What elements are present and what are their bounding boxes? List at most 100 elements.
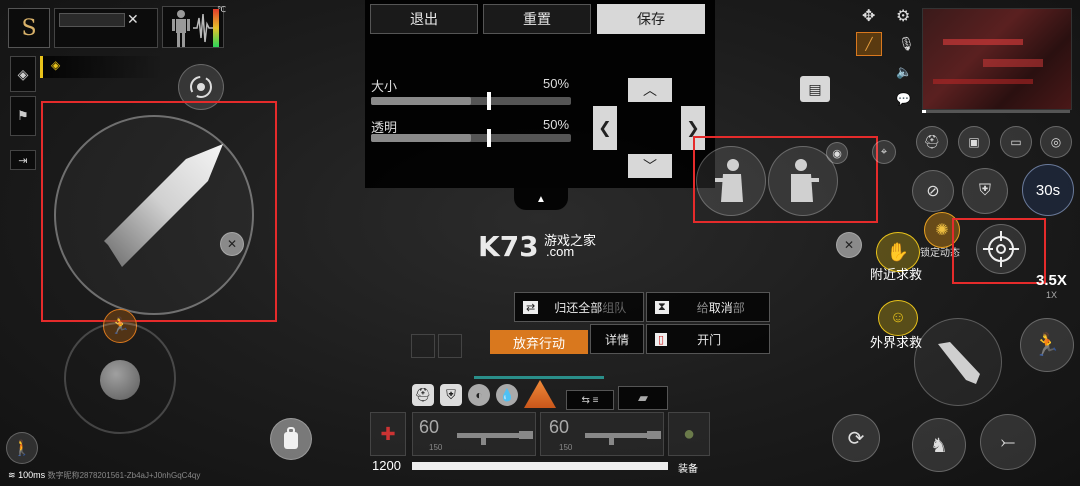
- weapon-skin-button[interactable]: ╱: [856, 32, 882, 56]
- walking-man-icon: 🚶: [12, 440, 32, 457]
- crouch-button[interactable]: ♞: [912, 418, 966, 472]
- zoom-sub-label: 1X: [1046, 290, 1058, 300]
- medkit-slot[interactable]: ✚: [370, 412, 406, 456]
- grenade-slot[interactable]: ●: [668, 412, 710, 456]
- stance-indicator-icon: [524, 380, 556, 408]
- save-button[interactable]: 保存: [597, 4, 705, 34]
- mark-button[interactable]: ⚑: [10, 96, 36, 136]
- rotate-icon: [190, 76, 212, 98]
- remove-button[interactable]: ✕: [836, 232, 862, 258]
- size-slider-fill: [371, 97, 471, 105]
- backpack-button[interactable]: [270, 418, 312, 460]
- helmet-icon: ⛑: [412, 384, 434, 406]
- scope-switch-button[interactable]: ◎: [1040, 126, 1072, 158]
- helmet-icon: ⛑: [923, 134, 941, 149]
- exit-match-button[interactable]: ⇥: [10, 150, 36, 170]
- minimap[interactable]: [922, 8, 1072, 110]
- microphone-icon[interactable]: 🎙: [898, 36, 915, 52]
- walk-toggle-button[interactable]: 🚶: [6, 432, 38, 464]
- exit-button[interactable]: 退出: [370, 4, 478, 34]
- exit-icon: ⇥: [18, 154, 28, 167]
- team-label: 组队: [602, 300, 627, 315]
- crouch-icon: ⊘: [926, 183, 940, 200]
- abandon-action-button[interactable]: 放弃行动: [490, 330, 588, 354]
- fire-button-right[interactable]: [914, 318, 1002, 406]
- chevron-up-icon: ︿: [643, 82, 657, 98]
- jump-button[interactable]: 🏃: [1020, 318, 1074, 372]
- flashlight-button[interactable]: ▭: [1000, 126, 1032, 158]
- open-door-button[interactable]: ▯ 开门: [646, 324, 770, 354]
- outside-rescue-button[interactable]: ☺: [878, 300, 918, 336]
- crouch-disabled-button[interactable]: ⊘: [912, 170, 954, 212]
- ping-label: 100ms: [18, 470, 46, 480]
- tactical-gear-button[interactable]: ⛨: [962, 168, 1008, 214]
- size-label: 大小: [371, 79, 398, 94]
- knife-icon: ╱: [865, 37, 873, 51]
- size-slider-handle[interactable]: [487, 92, 491, 110]
- prone-button[interactable]: ⤚: [980, 414, 1036, 470]
- joystick-knob[interactable]: [100, 360, 140, 400]
- chevron-left-icon: ❮: [598, 120, 612, 137]
- status-effects-bar: ⛑ ⛨ ◐ 💧: [412, 382, 522, 410]
- reload-button[interactable]: ⟳: [832, 414, 880, 462]
- chevron-down-icon: ﹀: [643, 158, 657, 174]
- team-slot[interactable]: ✕: [54, 8, 158, 48]
- size-value: 50%: [543, 76, 570, 91]
- panel-collapse-tab[interactable]: ▲: [514, 188, 568, 210]
- timer-label: 30s: [1035, 181, 1061, 199]
- water-icon: 💧: [496, 384, 518, 406]
- reset-button[interactable]: 重置: [483, 4, 591, 34]
- dept-label: 部: [732, 300, 745, 315]
- move-down-button[interactable]: ﹀: [628, 154, 672, 178]
- fire-mode-button[interactable]: ⇆ ≡: [566, 390, 614, 410]
- primary-weapon-slot[interactable]: 60 150: [412, 412, 536, 456]
- close-icon: ✕: [843, 238, 855, 252]
- fire-mode-icon: ⇆ ≡: [581, 394, 599, 406]
- player-badge[interactable]: S: [8, 8, 50, 48]
- pistol-slot[interactable]: ▰: [618, 386, 668, 410]
- nearby-rescue-label: 附近求救: [870, 267, 923, 282]
- location-pin-button[interactable]: ⌖: [872, 140, 896, 164]
- compass-button[interactable]: ◈: [10, 56, 36, 92]
- opacity-slider[interactable]: [371, 129, 571, 147]
- hourglass-icon: ⧗: [655, 300, 669, 314]
- timer-button[interactable]: 30s: [1022, 164, 1074, 216]
- helmet-skill-button[interactable]: ⛑: [916, 126, 948, 158]
- rescue-person-icon: ☺: [889, 309, 907, 326]
- movement-joystick[interactable]: [64, 322, 176, 434]
- size-slider[interactable]: [371, 92, 571, 110]
- rifle-icon: [457, 431, 533, 445]
- cancel-label: 取消: [708, 300, 733, 315]
- chat-icon[interactable]: 💬: [896, 92, 911, 106]
- details-button[interactable]: 详情: [590, 324, 644, 354]
- return-all-label: 归还全部: [554, 300, 603, 315]
- objective-bar: ◈: [40, 56, 163, 78]
- opacity-slider-handle[interactable]: [487, 129, 491, 147]
- zoom-level-label[interactable]: 3.5X: [1036, 272, 1067, 289]
- secondary-weapon-slot[interactable]: 60 150: [540, 412, 664, 456]
- quick-slot-b[interactable]: [438, 334, 462, 358]
- speaker-icon[interactable]: 🔈: [896, 64, 912, 80]
- map-toggle-button[interactable]: ▤: [800, 76, 830, 102]
- close-icon[interactable]: ✕: [127, 11, 139, 28]
- grenade-icon: ●: [682, 422, 696, 445]
- prone-soldier-icon: ⤚: [1000, 431, 1016, 452]
- chevron-right-icon: ❯: [686, 120, 700, 137]
- rescue-hand-icon: ✋: [886, 241, 910, 262]
- flag-icon: ⚑: [17, 108, 29, 123]
- door-icon: ▯: [655, 332, 668, 346]
- give-button[interactable]: ⧗ 给 取消 部: [646, 292, 770, 322]
- minimap-progress: [922, 110, 1070, 113]
- quick-slot-a[interactable]: [411, 334, 435, 358]
- triangle-up-icon: ▲: [536, 193, 546, 205]
- door-breach-button[interactable]: ▣: [958, 126, 990, 158]
- return-all-button[interactable]: ⇄ 归还全部 组队: [514, 292, 644, 322]
- site-watermark: K73 游戏之家 .com: [478, 230, 596, 263]
- emote-icon[interactable]: ✥: [862, 6, 875, 26]
- move-up-button[interactable]: ︿: [628, 78, 672, 102]
- move-left-button[interactable]: ❮: [593, 106, 617, 150]
- lock-target-icon: ✺: [935, 222, 949, 239]
- outside-rescue-label: 外界求救: [870, 335, 923, 350]
- pistol-icon: ▰: [638, 390, 648, 405]
- gear-icon[interactable]: ⚙: [896, 6, 910, 26]
